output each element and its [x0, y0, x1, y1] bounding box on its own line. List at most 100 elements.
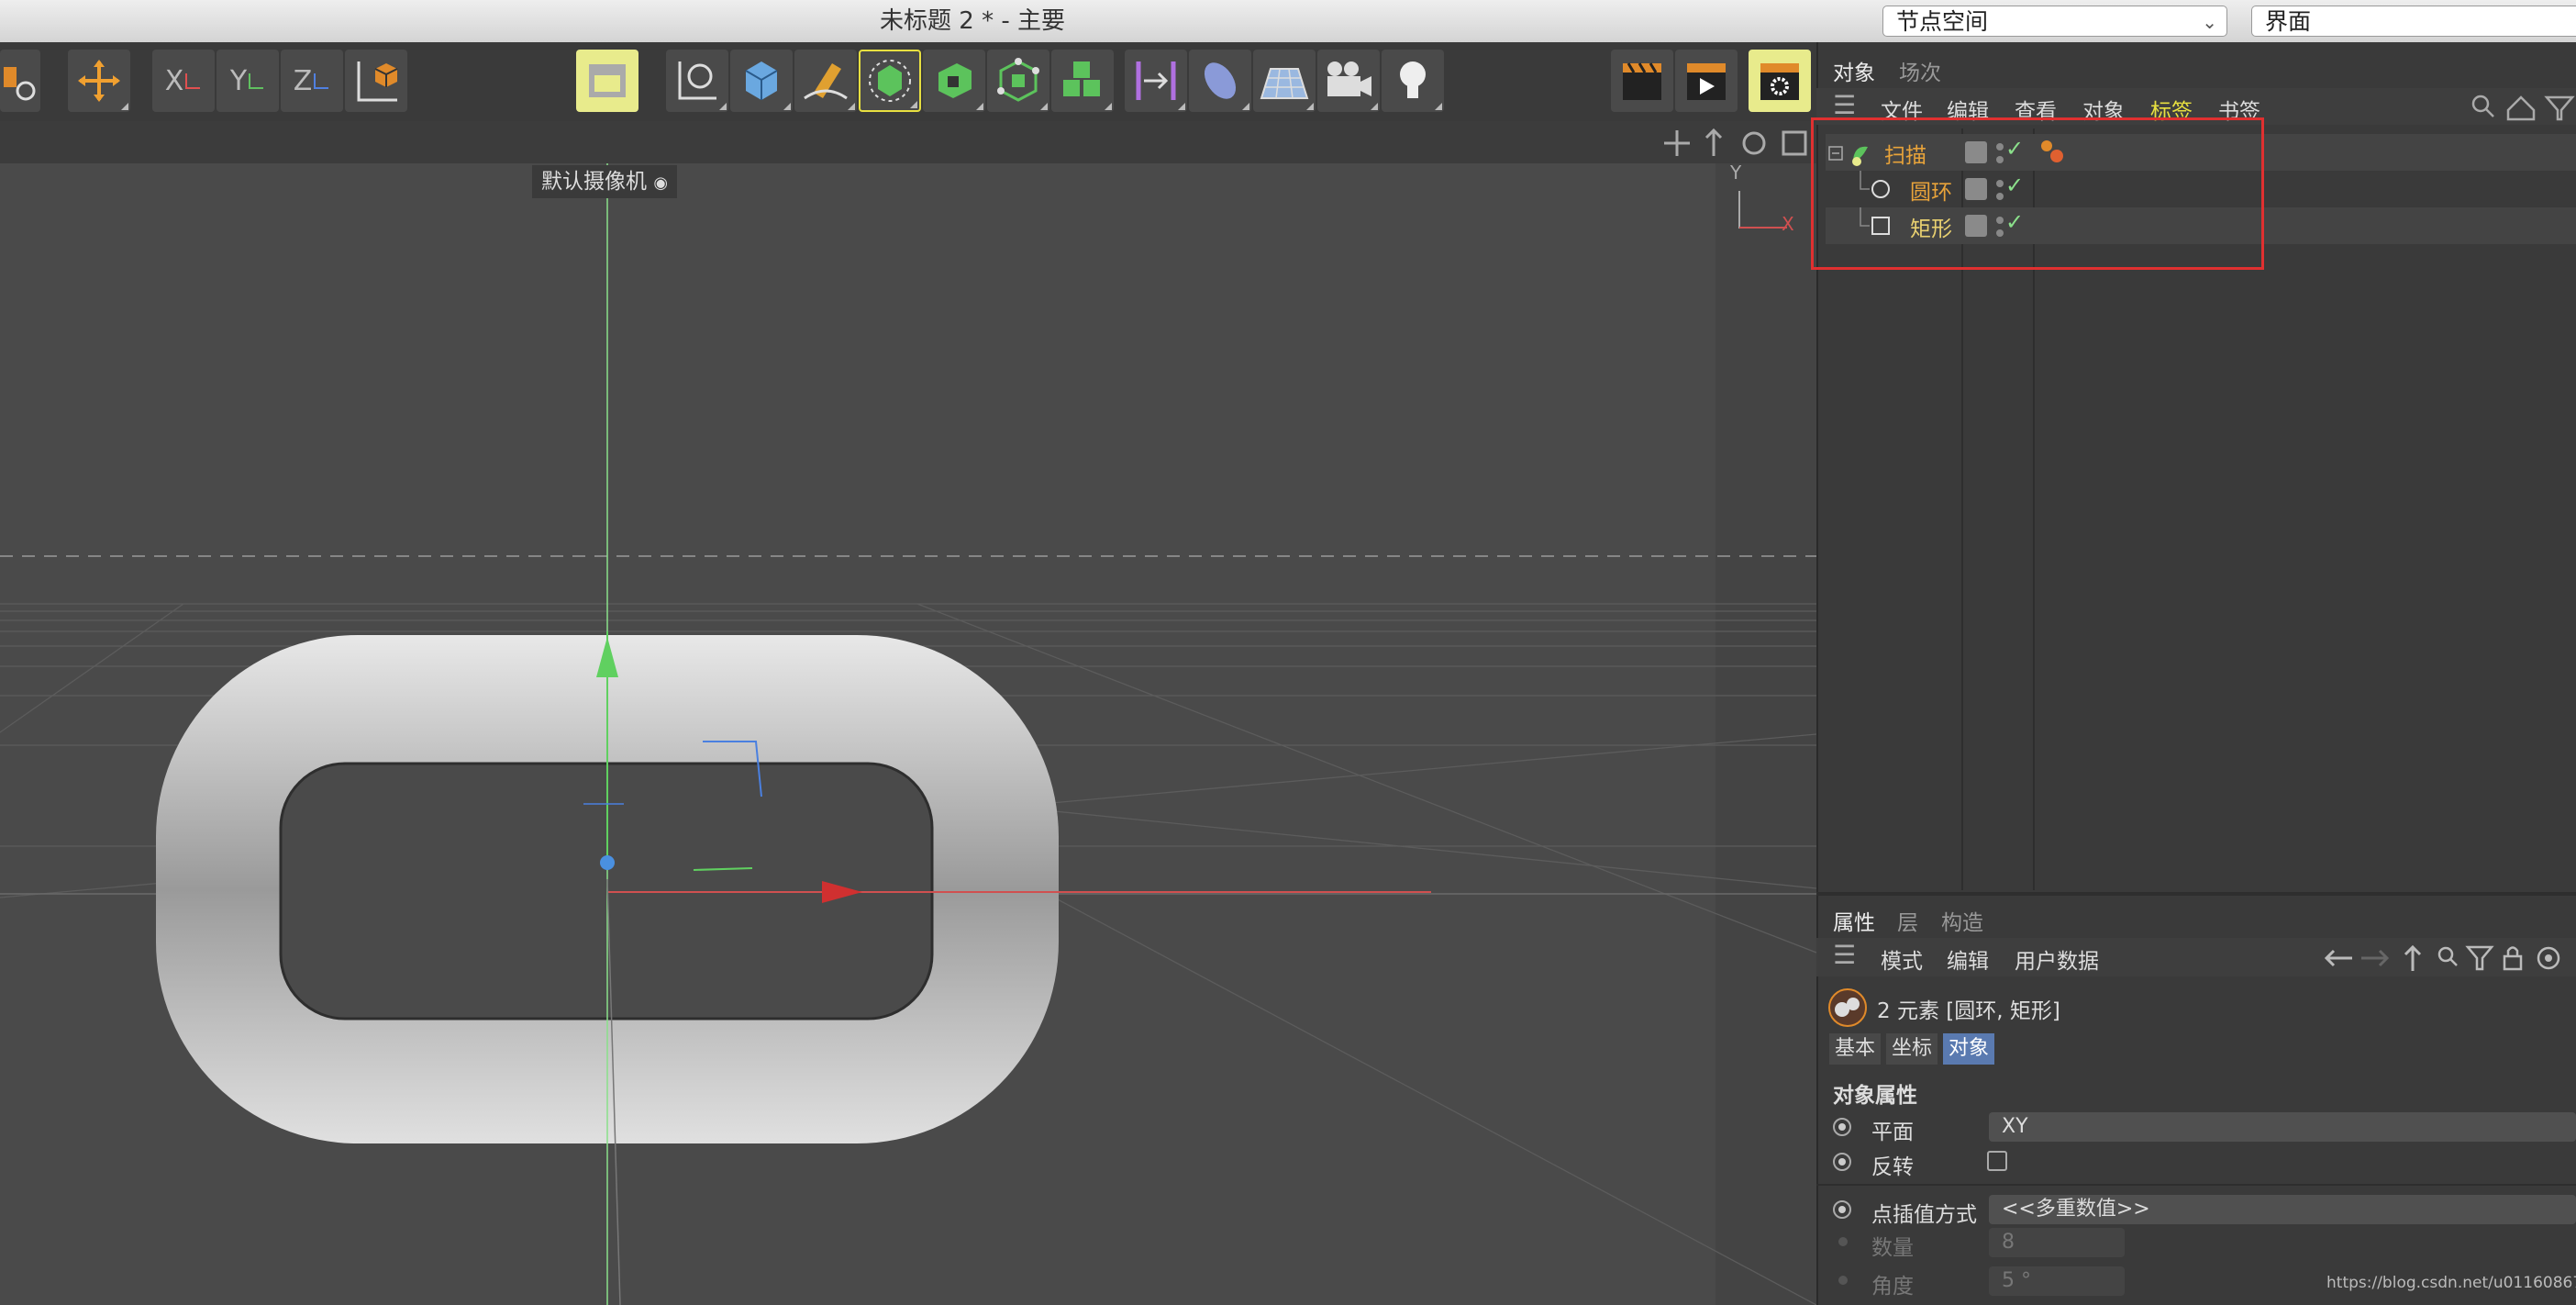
forward-arrow-icon: [2361, 949, 2390, 967]
cube-button[interactable]: [730, 50, 793, 112]
cloner-icon: [997, 58, 1039, 102]
spline-icon: [678, 61, 716, 100]
lock-z-axis-button[interactable]: Z: [281, 50, 343, 112]
field-capsule-icon: [1204, 62, 1237, 99]
axis-z-icon: [314, 73, 329, 89]
live-select-icon: [4, 67, 36, 101]
move-icon: [78, 60, 120, 102]
multi-object-icon: [1828, 988, 1867, 1027]
light-button[interactable]: [1382, 50, 1444, 112]
tab-attributes[interactable]: 属性: [1833, 905, 1875, 936]
angle-keyframe-radio: [1838, 1276, 1848, 1285]
render-settings-gear-icon: [1760, 63, 1799, 100]
move-tool-button[interactable]: [68, 50, 130, 112]
camera-icon: [1327, 61, 1371, 96]
tab-structure[interactable]: 构造: [1941, 905, 1983, 936]
tab-objects[interactable]: 对象: [1833, 55, 1875, 86]
coordinate-system-button[interactable]: [345, 50, 407, 112]
home-icon: [2506, 95, 2536, 121]
menu-mode[interactable]: 模式: [1881, 943, 1923, 975]
count-label: 数量: [1871, 1236, 1914, 1260]
lock-x-axis-button[interactable]: X: [152, 50, 215, 112]
window-title: 未标题 2 * - 主要: [880, 7, 1065, 35]
hamburger-menu-icon[interactable]: ☰: [1833, 90, 1856, 120]
search-icon: [2437, 946, 2458, 966]
menu-user-data[interactable]: 用户数据: [2015, 943, 2099, 975]
bend-deformer-icon: [1136, 61, 1176, 100]
camera-label: 默认摄像机 ◉: [532, 165, 678, 198]
count-field: 8: [1989, 1228, 2125, 1257]
lock-y-axis-button[interactable]: Y: [217, 50, 279, 112]
object-manager-tools[interactable]: [2470, 92, 2576, 123]
render-play-icon: [1687, 63, 1726, 100]
reverse-label: 反转: [1871, 1155, 1914, 1179]
menu-edit[interactable]: 编辑: [1947, 943, 1989, 975]
deformer-button[interactable]: [1125, 50, 1187, 112]
mograph-button[interactable]: [1051, 50, 1114, 112]
render-settings-button[interactable]: [1749, 50, 1811, 112]
settings-circle-icon: [2537, 946, 2560, 970]
camera-icon: ◉: [653, 173, 669, 193]
camera-button[interactable]: [1317, 50, 1380, 112]
hamburger-menu-icon[interactable]: ☰: [1833, 940, 1856, 970]
reverse-keyframe-radio[interactable]: [1833, 1153, 1851, 1171]
tab-layers[interactable]: 层: [1897, 905, 1918, 936]
subtab-object[interactable]: 对象: [1943, 1033, 1995, 1065]
subtab-coordinates[interactable]: 坐标: [1886, 1033, 1938, 1065]
pen-tool-button[interactable]: [794, 50, 857, 112]
3d-viewport[interactable]: 默认摄像机 ◉ Y X: [0, 163, 1816, 1305]
layout-select-value: 界面: [2265, 8, 2312, 35]
plane-label: 平面: [1871, 1121, 1914, 1144]
tab-takes[interactable]: 场次: [1899, 55, 1941, 86]
back-arrow-icon: [2324, 949, 2352, 967]
count-keyframe-radio: [1838, 1237, 1848, 1246]
interpolation-keyframe-radio[interactable]: [1833, 1200, 1851, 1219]
y-axis-label: Y: [229, 64, 248, 97]
render-region-icon: [589, 64, 626, 97]
array-button[interactable]: [987, 50, 1049, 112]
section-title: 对象属性: [1833, 1084, 1917, 1108]
render-to-picture-viewer-button[interactable]: [1675, 50, 1738, 112]
view-axis-y-label: Y: [1730, 163, 1742, 184]
angle-label: 角度: [1871, 1275, 1914, 1299]
floor-grid-icon: [1260, 68, 1309, 99]
lock-icon: [2503, 946, 2523, 971]
field-button[interactable]: [1189, 50, 1251, 112]
annotation-highlight-box: [1811, 117, 2264, 270]
angle-field: 5 °: [1989, 1266, 2125, 1296]
interpolation-select[interactable]: <<多重数值>>: [1989, 1195, 2576, 1224]
reverse-checkbox[interactable]: [1987, 1151, 2007, 1171]
z-axis-label: Z: [293, 64, 313, 97]
mograph-cubes-icon: [1063, 61, 1100, 96]
viewport-scene: [0, 163, 1816, 1305]
clapperboard-icon: [1623, 62, 1661, 100]
pen-icon: [804, 63, 848, 100]
axis-x-icon: [185, 73, 201, 89]
layout-select[interactable]: 界面: [2251, 6, 2576, 37]
plane-select[interactable]: XY: [1989, 1112, 2576, 1142]
spline-pen-button[interactable]: [666, 50, 728, 112]
extrude-button[interactable]: [923, 50, 985, 112]
subtab-basic[interactable]: 基本: [1829, 1033, 1882, 1065]
subdivision-surface-icon: [869, 60, 911, 102]
subdivision-button[interactable]: [859, 50, 921, 112]
attributes-tools[interactable]: [2321, 942, 2576, 975]
selection-title: 2 元素 [圆环, 矩形]: [1877, 999, 2060, 1023]
render-view-clapper-button[interactable]: [1611, 50, 1673, 112]
x-axis-label: X: [164, 64, 184, 97]
render-view-button[interactable]: [576, 50, 638, 112]
node-space-select[interactable]: 节点空间 ⌄: [1882, 6, 2227, 37]
filter-icon: [2544, 95, 2575, 121]
light-bulb-icon: [1400, 61, 1426, 98]
viewport-header: [0, 121, 1816, 163]
interpolation-label: 点插值方式: [1871, 1203, 1977, 1227]
chevron-down-icon: ⌄: [2202, 11, 2217, 33]
up-arrow-icon: [2404, 944, 2422, 971]
undo-tool-button[interactable]: [0, 50, 40, 112]
search-icon: [2471, 95, 2494, 117]
watermark: https://blog.csdn.net/u011608672: [2326, 1274, 2576, 1292]
floor-button[interactable]: [1253, 50, 1316, 112]
plane-keyframe-radio[interactable]: [1833, 1118, 1851, 1136]
filter-icon: [2465, 945, 2494, 971]
viewport-nav-icons: [1664, 128, 1807, 156]
